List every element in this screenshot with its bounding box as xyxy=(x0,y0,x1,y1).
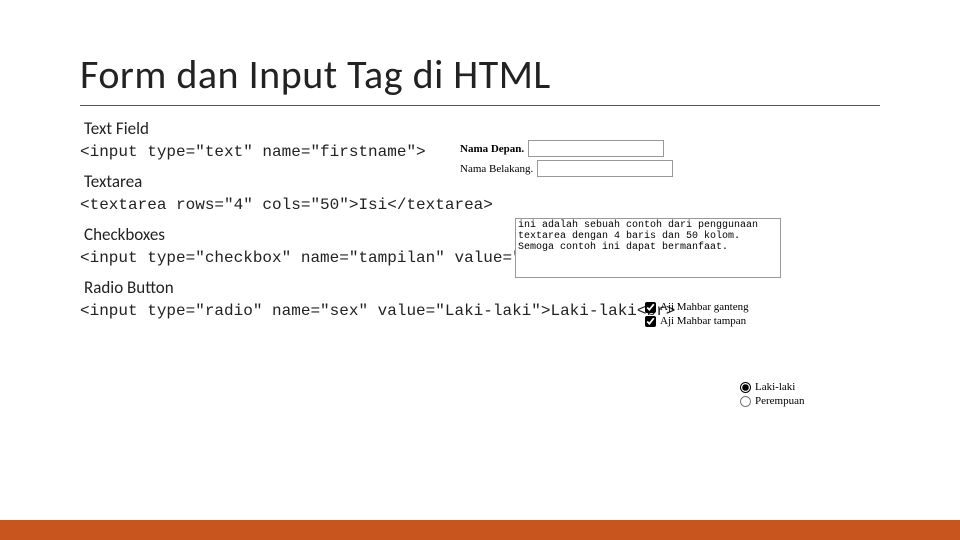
label-firstname: Nama Depan. xyxy=(460,143,524,155)
checkbox-ganteng[interactable] xyxy=(645,302,656,313)
example-text-field: Nama Depan. Nama Belakang. xyxy=(460,140,673,180)
heading-text-field: Text Field xyxy=(84,118,880,139)
radio-laki[interactable] xyxy=(740,382,751,393)
checkbox-label-1: Aji Mahbar ganteng xyxy=(660,300,749,314)
radio-label-2: Perempuan xyxy=(755,394,804,408)
slide: Form dan Input Tag di HTML Text Field <i… xyxy=(0,0,960,540)
example-row-lastname: Nama Belakang. xyxy=(460,160,673,177)
label-lastname: Nama Belakang. xyxy=(460,163,533,175)
code-radio: <input type="radio" name="sex" value="La… xyxy=(80,302,880,320)
accent-bar xyxy=(0,520,960,540)
checkbox-label-2: Aji Mahbar tampan xyxy=(660,314,746,328)
example-radio: Laki-laki Perempuan xyxy=(740,380,804,408)
radio-label-1: Laki-laki xyxy=(755,380,795,394)
input-lastname[interactable] xyxy=(537,160,673,177)
example-row-firstname: Nama Depan. xyxy=(460,140,673,157)
checkbox-row-1: Aji Mahbar ganteng xyxy=(645,300,749,314)
example-checkboxes: Aji Mahbar ganteng Aji Mahbar tampan xyxy=(645,300,749,328)
radio-perempuan[interactable] xyxy=(740,396,751,407)
input-firstname[interactable] xyxy=(528,140,664,157)
example-textarea: ini adalah sebuah contoh dari penggunaan… xyxy=(515,218,781,281)
page-title: Form dan Input Tag di HTML xyxy=(80,50,880,106)
checkbox-row-2: Aji Mahbar tampan xyxy=(645,314,749,328)
code-textarea: <textarea rows="4" cols="50">Isi</textar… xyxy=(80,196,880,214)
checkbox-tampan[interactable] xyxy=(645,316,656,327)
radio-row-1: Laki-laki xyxy=(740,380,804,394)
textarea-example[interactable]: ini adalah sebuah contoh dari penggunaan… xyxy=(515,218,781,278)
radio-row-2: Perempuan xyxy=(740,394,804,408)
